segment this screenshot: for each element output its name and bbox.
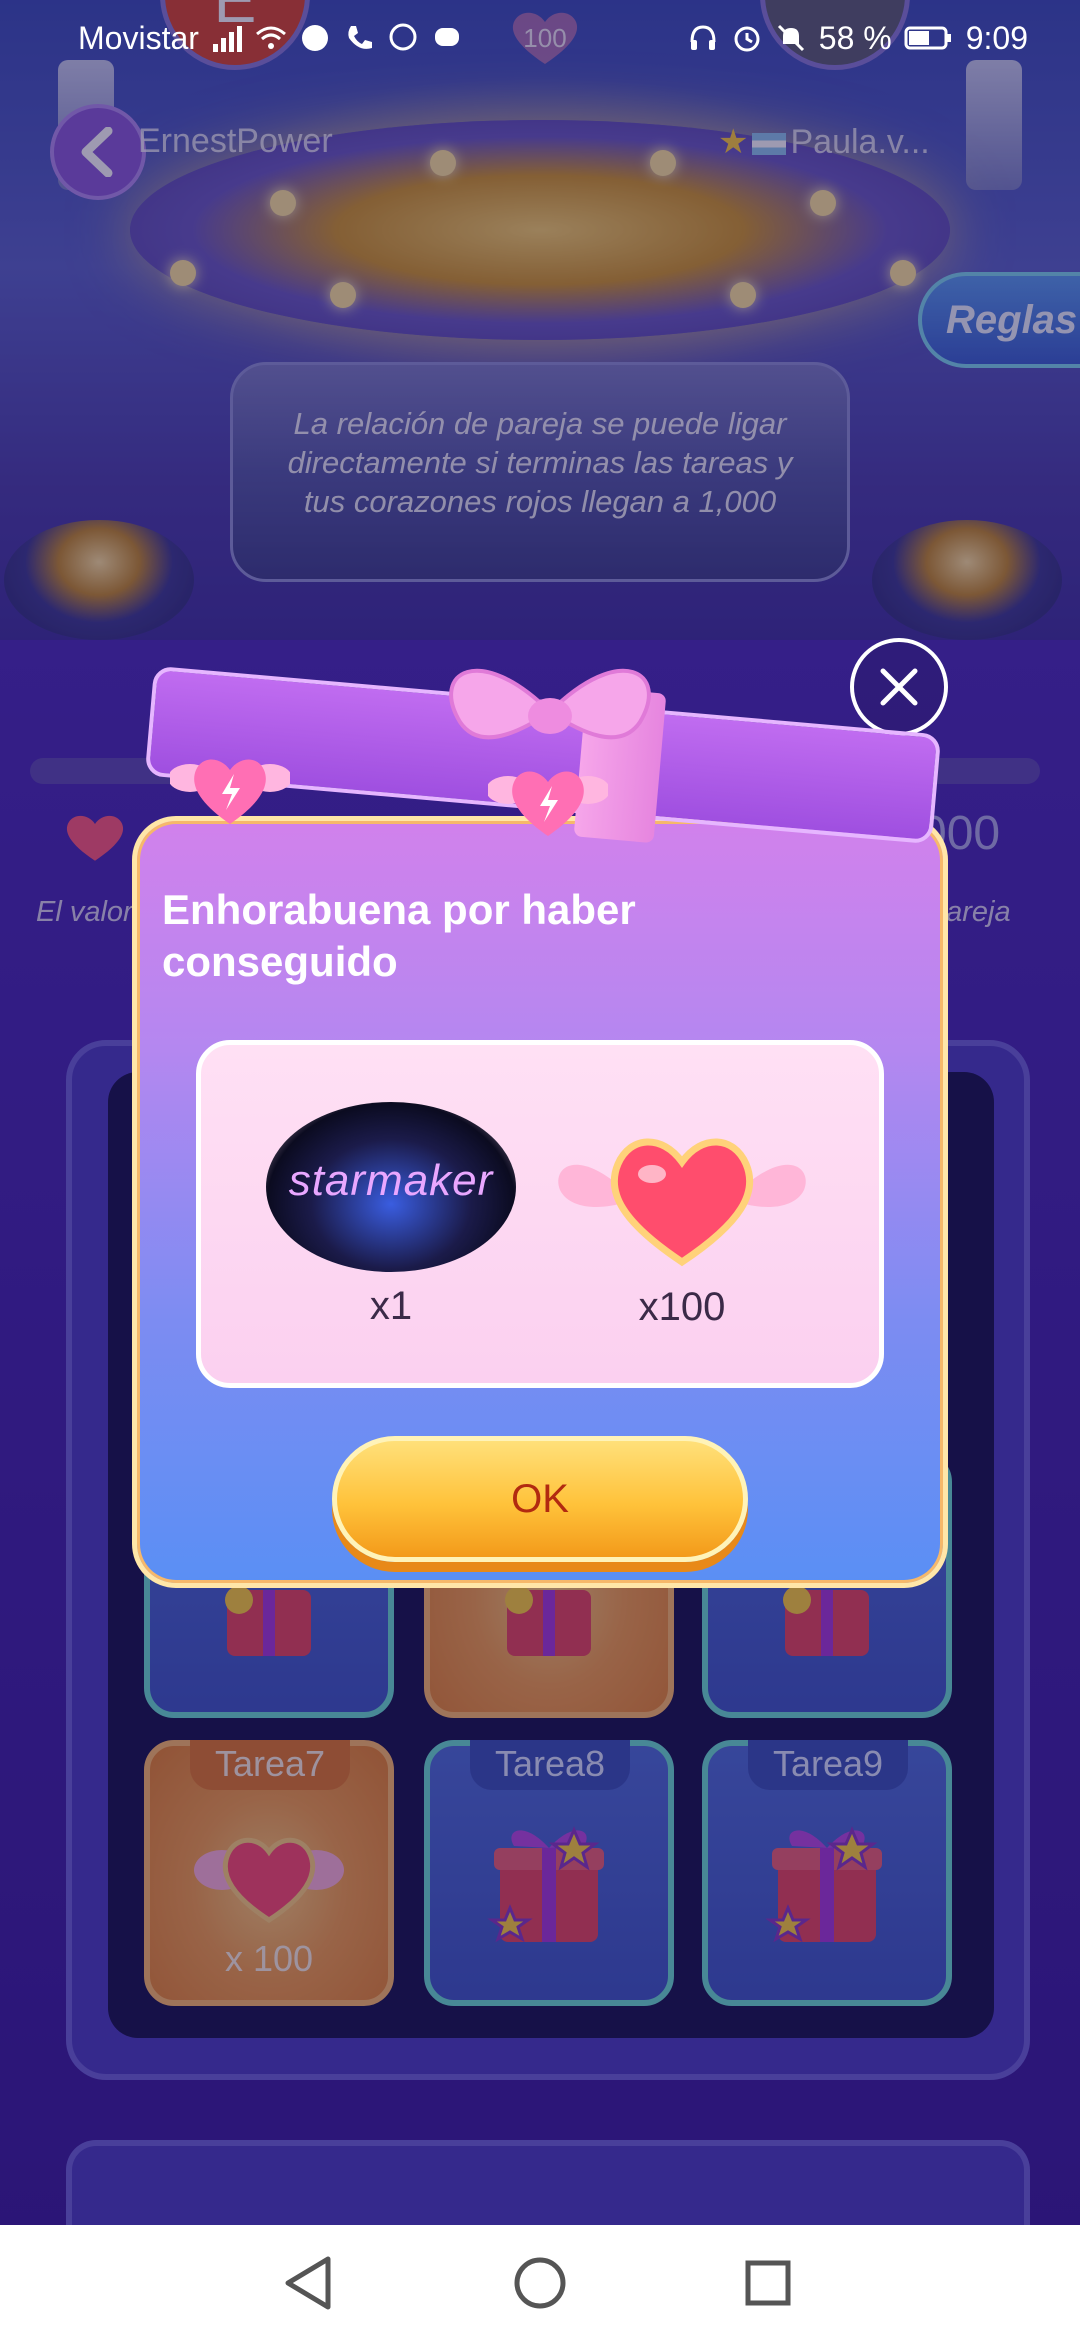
square-recents-icon [745, 2260, 791, 2306]
dialog-title: Enhorabuena por haber conseguido [162, 886, 636, 985]
ok-button[interactable]: OK [332, 1436, 748, 1562]
reward-qty: x100 [638, 1285, 726, 1329]
carrier-name: Movistar [78, 19, 199, 56]
nav-home-button[interactable] [504, 2247, 576, 2319]
winged-heart-icon [558, 1138, 806, 1267]
nav-recents-button[interactable] [732, 2247, 804, 2319]
starmaker-logo-text: starmaker [288, 1156, 494, 1205]
messaging-icon [434, 28, 459, 46]
status-bar: Movistar 58 % 9:09 [0, 0, 1080, 76]
phone-icon [348, 26, 372, 49]
battery-percent: 58 % [818, 19, 892, 56]
vpn-icon [301, 25, 328, 51]
triangle-back-icon [285, 2256, 331, 2310]
alarm-icon [734, 26, 760, 52]
winged-heart-icon [486, 750, 610, 845]
clock: 9:09 [965, 19, 1028, 56]
nav-back-button[interactable] [272, 2247, 344, 2319]
navigation-bar [0, 2225, 1080, 2340]
circle-home-icon [514, 2257, 566, 2309]
wifi-icon [255, 26, 286, 49]
whatsapp-icon [389, 23, 417, 51]
mute-icon [777, 24, 804, 52]
winged-heart-icon [168, 738, 292, 833]
reward-qty: x1 [369, 1284, 413, 1328]
starmaker-logo: starmaker [266, 1102, 516, 1272]
close-button[interactable] [850, 638, 948, 736]
signal-icon [212, 26, 242, 52]
battery-icon [904, 26, 951, 50]
close-icon [880, 668, 918, 706]
reward-item-starmaker: starmaker x1 [266, 1102, 516, 1329]
headphones-icon [690, 25, 716, 50]
reward-item-heart: x100 [552, 1110, 812, 1330]
